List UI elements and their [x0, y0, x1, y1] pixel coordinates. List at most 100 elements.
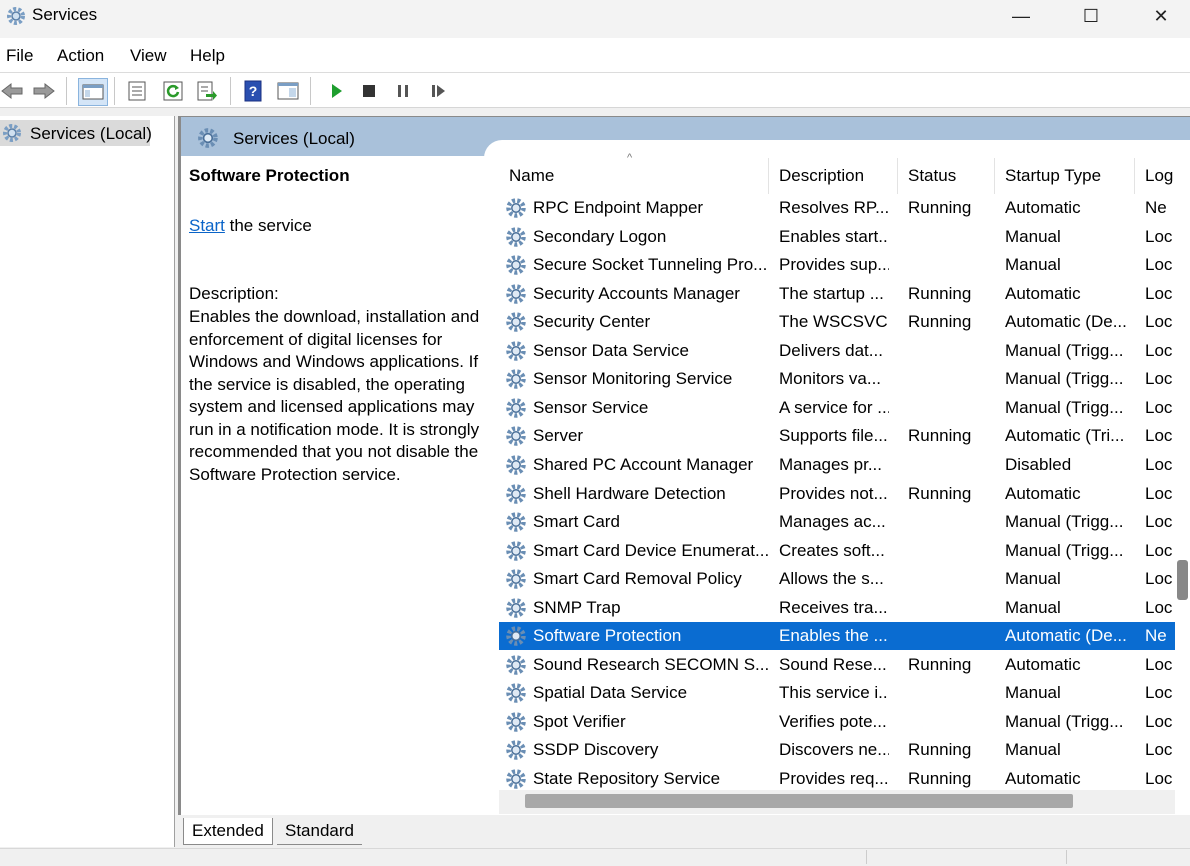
pause-icon: [398, 85, 408, 97]
show-hide-console-tree-button[interactable]: [78, 78, 108, 106]
vertical-scrollbar-thumb[interactable]: [1177, 560, 1188, 600]
service-row[interactable]: Smart Card Device Enumerat... Creates sof…: [499, 537, 1175, 565]
maximize-button[interactable]: ☐: [1056, 0, 1126, 32]
service-name-cell: Security Accounts Manager: [533, 283, 740, 303]
export-list-button[interactable]: [195, 79, 219, 103]
service-row[interactable]: Sensor Monitoring Service Monitors va... M…: [499, 365, 1175, 393]
menu-file[interactable]: File: [6, 46, 33, 66]
service-gear-icon: [506, 512, 526, 532]
vertical-scrollbar[interactable]: [1175, 158, 1190, 790]
service-name-cell: SNMP Trap: [533, 597, 621, 617]
service-log-on-as-cell: Loc: [1145, 397, 1173, 417]
column-header-log-on-as[interactable]: Log: [1145, 166, 1175, 186]
service-row[interactable]: Shared PC Account Manager Manages pr... Di…: [499, 451, 1175, 479]
service-description-cell: Provides sup...: [779, 255, 889, 275]
service-name-cell: Server: [533, 426, 584, 446]
help-button[interactable]: ?: [241, 79, 265, 103]
service-row[interactable]: RPC Endpoint Mapper Resolves RP... Running…: [499, 194, 1175, 222]
service-row[interactable]: SNMP Trap Receives tra... Manual Loc: [499, 594, 1175, 622]
start-service-link[interactable]: Start: [189, 216, 225, 235]
column-separator[interactable]: [1134, 158, 1135, 194]
menu-help[interactable]: Help: [190, 46, 225, 66]
service-row[interactable]: Shell Hardware Detection Provides not... R…: [499, 480, 1175, 508]
service-gear-icon: [506, 255, 526, 275]
service-log-on-as-cell: Loc: [1145, 683, 1173, 703]
service-log-on-as-cell: Loc: [1145, 369, 1173, 389]
properties-button[interactable]: [125, 79, 149, 103]
service-row[interactable]: Security Center The WSCSVC... Running Autom…: [499, 308, 1175, 336]
service-row[interactable]: Software Protection Enables the ... Automa…: [499, 622, 1175, 651]
selected-service-name: Software Protection: [189, 166, 350, 185]
column-header-description[interactable]: Description: [779, 166, 864, 186]
service-description-cell: Allows the s...: [779, 569, 884, 589]
horizontal-scrollbar-thumb[interactable]: [525, 794, 1073, 808]
service-row[interactable]: Sound Research SECOMN S... Sound Rese... R…: [499, 651, 1175, 679]
service-description-cell: Verifies pote...: [779, 711, 887, 731]
service-gear-icon: [506, 198, 526, 218]
service-row[interactable]: State Repository Service Provides req... R…: [499, 765, 1175, 793]
back-button[interactable]: [0, 79, 24, 103]
service-row[interactable]: Spatial Data Service This service i... Man…: [499, 679, 1175, 707]
forward-button[interactable]: [32, 79, 56, 103]
console-tree: [0, 116, 175, 847]
service-row[interactable]: Smart Card Manages ac... Manual (Trigg... L…: [499, 508, 1175, 536]
service-description-cell: Resolves RP...: [779, 198, 889, 217]
service-description-cell: Discovers ne...: [779, 740, 889, 760]
column-separator[interactable]: [897, 158, 898, 194]
forward-arrow-icon: [33, 82, 55, 100]
service-description-cell: Enables start...: [779, 226, 889, 246]
service-name-cell: Sensor Service: [533, 397, 649, 417]
service-startup-type-cell: Manual: [1005, 740, 1061, 760]
column-separator[interactable]: [768, 158, 769, 194]
service-row[interactable]: Server Supports file... Running Automatic (…: [499, 422, 1175, 450]
service-row[interactable]: Secure Socket Tunneling Pro... Provides s…: [499, 251, 1175, 279]
service-gear-icon: [506, 655, 526, 675]
service-status-cell: Running: [908, 769, 972, 788]
service-name-cell: Smart Card Removal Policy: [533, 569, 742, 589]
minimize-button[interactable]: —: [986, 0, 1056, 32]
start-service-button[interactable]: [324, 79, 348, 103]
service-row[interactable]: Security Accounts Manager The startup ...…: [499, 280, 1175, 308]
menu-action[interactable]: Action: [57, 46, 104, 66]
toolbar-separator: [310, 77, 311, 105]
service-row[interactable]: Sensor Data Service Delivers dat... Manual…: [499, 337, 1175, 365]
service-row[interactable]: SSDP Discovery Discovers ne... Running Manu…: [499, 736, 1175, 764]
refresh-button[interactable]: [161, 79, 185, 103]
service-startup-type-cell: Automatic: [1005, 483, 1081, 503]
service-row[interactable]: Spot Verifier Verifies pote... Manual (Tri…: [499, 708, 1175, 736]
service-log-on-as-cell: Loc: [1145, 569, 1173, 589]
service-startup-type-cell: Manual (Trigg...: [1005, 512, 1124, 532]
service-description-cell: Monitors va...: [779, 369, 882, 389]
stop-service-button[interactable]: [357, 79, 381, 103]
menu-view[interactable]: View: [130, 46, 167, 66]
column-header-status[interactable]: Status: [908, 166, 956, 186]
service-startup-type-cell: Automatic: [1005, 198, 1081, 217]
service-row[interactable]: Sensor Service A service for ... Manual (T…: [499, 394, 1175, 422]
service-startup-type-cell: Manual: [1005, 226, 1061, 246]
service-log-on-as-cell: Ne: [1145, 626, 1167, 646]
column-header-name[interactable]: Name: [509, 166, 554, 186]
tab-extended[interactable]: Extended: [183, 818, 273, 845]
close-button[interactable]: ✕: [1126, 0, 1190, 32]
service-row[interactable]: Secondary Logon Enables start... Manual Loc: [499, 223, 1175, 251]
service-name-cell: Sound Research SECOMN S...: [533, 654, 769, 674]
service-description-cell: Sound Rese...: [779, 654, 887, 674]
toolbar-separator: [66, 77, 67, 105]
console-tree-icon: [82, 84, 104, 100]
service-gear-icon: [506, 483, 526, 504]
service-log-on-as-cell: Loc: [1145, 597, 1173, 617]
service-gear-icon: [506, 540, 526, 561]
resume-service-button[interactable]: [426, 79, 450, 103]
service-name-cell: Sensor Data Service: [533, 340, 689, 360]
service-name-cell: RPC Endpoint Mapper: [533, 198, 704, 217]
service-log-on-as-cell: Loc: [1145, 283, 1173, 303]
tab-standard[interactable]: Standard: [277, 818, 362, 845]
services-gear-icon: [3, 124, 21, 142]
column-header-startup-type[interactable]: Startup Type: [1005, 166, 1101, 186]
pause-service-button[interactable]: [391, 79, 415, 103]
show-view-button[interactable]: [276, 79, 300, 103]
service-log-on-as-cell: Loc: [1145, 711, 1173, 731]
column-separator[interactable]: [994, 158, 995, 194]
service-log-on-as-cell: Loc: [1145, 340, 1173, 360]
service-row[interactable]: Smart Card Removal Policy Allows the s...…: [499, 565, 1175, 593]
